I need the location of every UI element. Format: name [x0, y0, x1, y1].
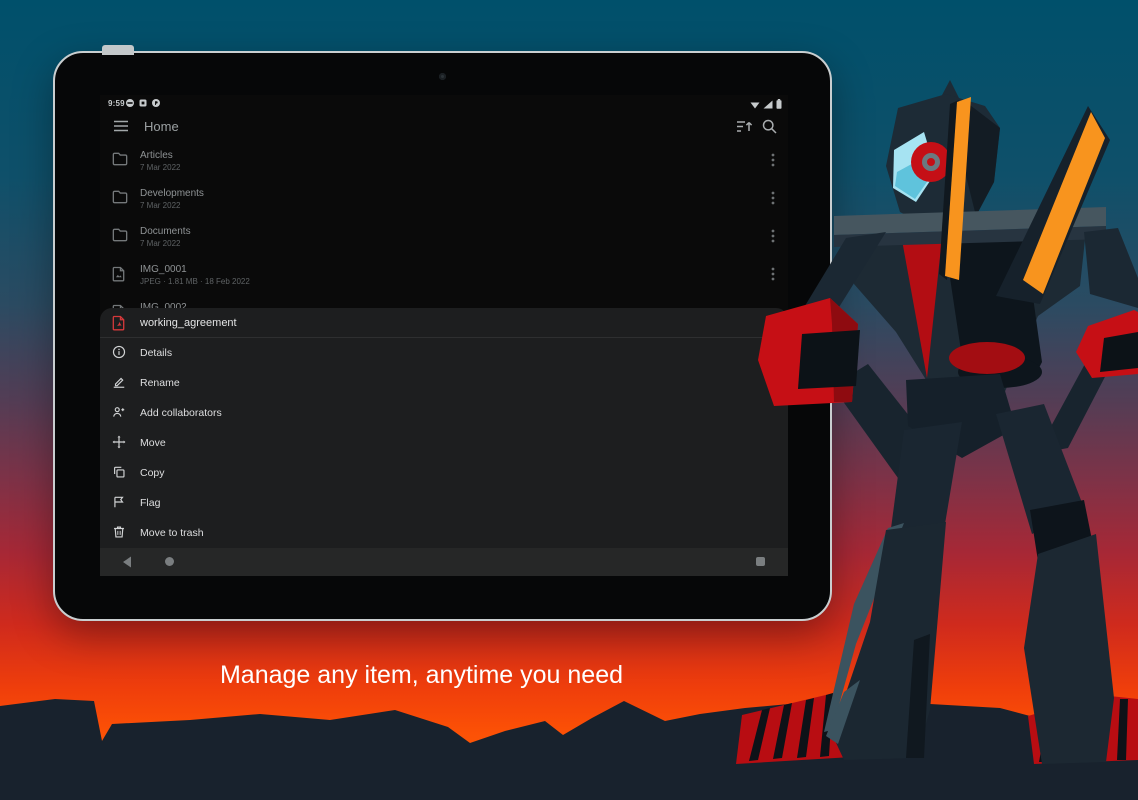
file-meta: 7 Mar 2022: [140, 201, 181, 210]
promo-caption: Manage any item, anytime you need: [219, 661, 623, 689]
selected-file-name: working_agreement: [140, 317, 237, 329]
page-title: Home: [144, 119, 179, 134]
clock: 9:59: [108, 99, 125, 108]
status-bar: 9:59: [100, 95, 788, 112]
menu-item-label: Move: [140, 437, 166, 449]
file-name: Articles: [140, 150, 173, 161]
context-menu-sheet: working_agreement Details Rename Add col…: [100, 308, 788, 548]
menu-item-label: Copy: [140, 467, 165, 479]
app-notification-icon: [139, 99, 147, 107]
menu-item-add-collaborators[interactable]: Add collaborators: [100, 398, 788, 428]
copy-icon: [112, 465, 126, 479]
menu-item-details[interactable]: Details: [100, 338, 788, 368]
image-file-icon: [112, 266, 125, 282]
file-name: Documents: [140, 226, 191, 237]
android-nav-bar: [100, 548, 788, 576]
tablet-front-camera: [439, 73, 446, 80]
menu-item-rename[interactable]: Rename: [100, 368, 788, 398]
edit-pencil-icon: [112, 375, 126, 389]
hamburger-menu-icon[interactable]: [113, 119, 129, 133]
menu-item-flag[interactable]: Flag: [100, 488, 788, 518]
file-name: Developments: [140, 188, 204, 199]
list-item[interactable]: IMG_0001 JPEG · 1.81 MB · 18 Feb 2022: [100, 256, 788, 294]
menu-item-copy[interactable]: Copy: [100, 458, 788, 488]
folder-icon: [112, 152, 128, 166]
move-icon: [112, 435, 126, 449]
file-meta: JPEG · 1.81 MB · 18 Feb 2022: [140, 277, 250, 286]
trash-icon: [112, 525, 126, 539]
back-button[interactable]: [122, 556, 132, 568]
tablet-power-button: [102, 45, 134, 55]
menu-item-label: Flag: [140, 497, 161, 509]
menu-item-move[interactable]: Move: [100, 428, 788, 458]
robot-mascot-illustration: [758, 80, 1138, 764]
folder-icon: [112, 190, 128, 204]
list-item[interactable]: Developments 7 Mar 2022: [100, 180, 788, 218]
promo-screenshot: 9:59 Home Articles 7 Mar 2022 Developmen…: [0, 0, 1138, 800]
list-item[interactable]: Documents 7 Mar 2022: [100, 218, 788, 256]
menu-item-label: Details: [140, 347, 173, 359]
app-bar: Home: [100, 112, 788, 141]
flag-icon: [112, 495, 126, 509]
file-meta: 7 Mar 2022: [140, 163, 181, 172]
menu-item-label: Add collaborators: [140, 407, 222, 419]
folder-icon: [112, 228, 128, 242]
menu-item-move-to-trash[interactable]: Move to trash: [100, 518, 788, 548]
home-button[interactable]: [165, 557, 174, 566]
menu-item-label: Move to trash: [140, 527, 204, 539]
menu-item-label: Rename: [140, 377, 180, 389]
list-item[interactable]: Articles 7 Mar 2022: [100, 142, 788, 180]
file-name: IMG_0001: [140, 264, 187, 275]
file-meta: 7 Mar 2022: [140, 239, 181, 248]
pdf-file-icon: [112, 315, 125, 331]
person-add-icon: [112, 405, 126, 419]
context-menu-header: working_agreement: [100, 308, 788, 338]
app-screen: 9:59 Home Articles 7 Mar 2022 Developmen…: [100, 95, 788, 576]
tablet-device-frame: 9:59 Home Articles 7 Mar 2022 Developmen…: [53, 45, 832, 621]
app-notification-p-icon: [152, 99, 160, 107]
do-not-disturb-icon: [126, 99, 134, 107]
info-icon: [112, 345, 126, 359]
